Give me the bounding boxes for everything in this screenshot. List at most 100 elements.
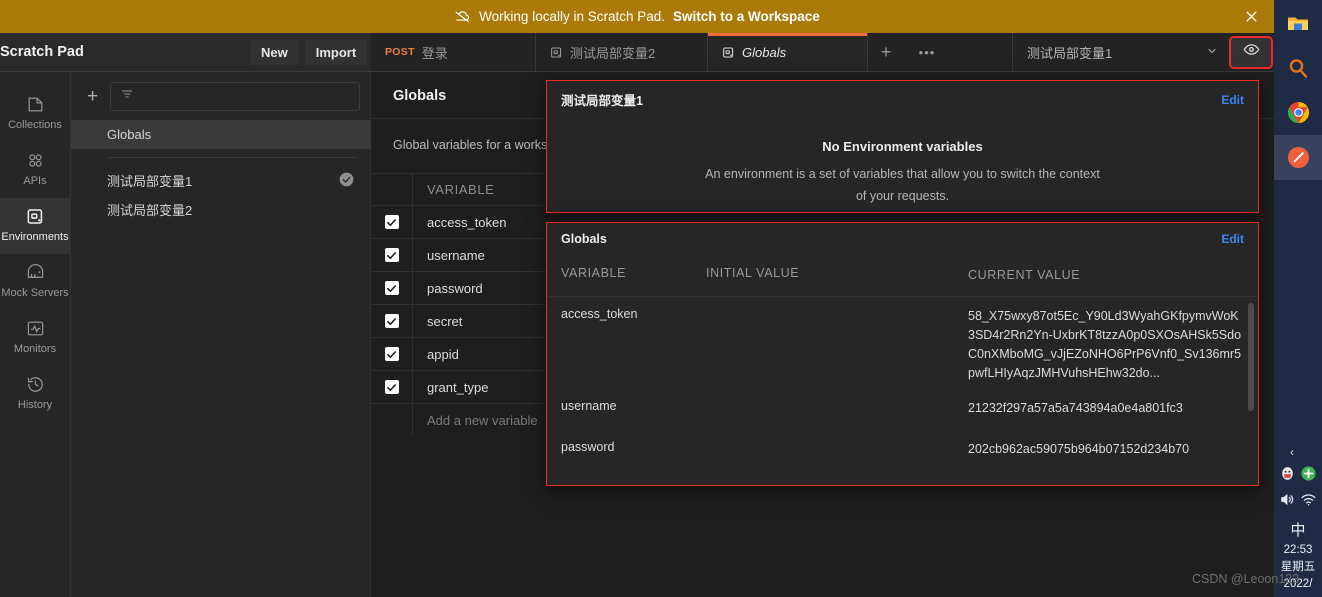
- row-checkbox-cell[interactable]: [371, 305, 413, 337]
- env-popup-edit-link[interactable]: Edit: [1221, 93, 1244, 107]
- environments-toolbar: +: [71, 72, 370, 120]
- environments-icon: [26, 207, 45, 226]
- tab-label: 测试局部变量2: [570, 45, 656, 61]
- globals-quicklook-popup: Globals Edit VARIABLE INITIAL VALUE CURR…: [546, 222, 1259, 486]
- file-explorer-icon[interactable]: [1274, 0, 1322, 45]
- variable-name: username: [427, 247, 485, 263]
- globals-popup-title: Globals: [561, 232, 607, 246]
- apis-icon: [26, 151, 45, 170]
- wifi-icon[interactable]: [1300, 491, 1317, 513]
- initial-value: [706, 307, 968, 383]
- checkbox-checked-icon[interactable]: [384, 248, 399, 262]
- check-circle-icon: [339, 172, 354, 190]
- no-environment-variables-subtitle: An environment is a set of variables tha…: [705, 167, 1100, 203]
- env-popup-title: 测试局部变量1: [561, 94, 643, 108]
- tab-method-label: POST: [385, 46, 415, 58]
- tab-environment-2[interactable]: 测试局部变量2: [536, 33, 708, 71]
- env-list-divider: [107, 157, 358, 158]
- sidebar-item-history[interactable]: History: [0, 366, 70, 422]
- column-header-current-value: CURRENT VALUE: [968, 268, 1081, 282]
- environment-quick-look-button[interactable]: [1229, 35, 1273, 69]
- sidebar-item-apis[interactable]: APIs: [0, 142, 70, 198]
- environments-filter-input[interactable]: [110, 81, 360, 111]
- row-checkbox-cell[interactable]: [371, 371, 413, 403]
- current-value: 202cb962ac59075b964b07152d234b70: [968, 442, 1190, 456]
- env-list-item-globals[interactable]: Globals: [71, 120, 370, 149]
- row-checkbox-cell[interactable]: [371, 239, 413, 271]
- env-list-item-1[interactable]: 测试局部变量1: [71, 166, 370, 195]
- checkbox-checked-icon[interactable]: [384, 314, 399, 328]
- row-checkbox-cell[interactable]: [371, 338, 413, 370]
- initial-value: [706, 440, 968, 459]
- env-list-item-2[interactable]: 测试局部变量2: [71, 195, 370, 224]
- tray-expand-chevron-icon[interactable]: ‹: [1274, 441, 1322, 463]
- ime-language-indicator[interactable]: 中: [1274, 515, 1322, 542]
- sidebar-rail: Collections APIs Environments Mock Serve…: [0, 72, 71, 597]
- checkbox-checked-icon[interactable]: [384, 215, 399, 229]
- eye-button-wrap: [1228, 33, 1274, 71]
- env-list-item-label: Globals: [107, 127, 152, 142]
- environments-panel: + Globals 测试局部变量1 测试局部变量2: [71, 72, 371, 597]
- checkbox-checked-icon[interactable]: [384, 380, 399, 394]
- header-buttons: New Import: [250, 39, 377, 65]
- history-icon: [26, 375, 45, 394]
- globals-popup-edit-link[interactable]: Edit: [1221, 232, 1244, 246]
- app-root: Working locally in Scratch Pad. Switch t…: [0, 0, 1322, 597]
- row-checkbox-cell[interactable]: [371, 206, 413, 238]
- tray-system-icons: [1274, 489, 1322, 515]
- env-popup-header: 测试局部变量1 Edit: [547, 81, 1258, 117]
- checkbox-checked-icon[interactable]: [384, 347, 399, 361]
- initial-value: [706, 399, 968, 418]
- variable-name: access_token: [427, 214, 507, 230]
- sidebar-item-monitors[interactable]: Monitors: [0, 310, 70, 366]
- header-checkbox-cell: [371, 174, 413, 205]
- plus-icon[interactable]: +: [868, 33, 905, 71]
- close-icon[interactable]: [1240, 6, 1262, 28]
- sidebar-item-label: Mock Servers: [1, 287, 69, 299]
- environment-selector[interactable]: 测试局部变量1: [1013, 33, 1228, 71]
- row-checkbox-cell[interactable]: [371, 272, 413, 304]
- tab-globals[interactable]: Globals: [708, 33, 868, 71]
- sidebar-item-mock-servers[interactable]: Mock Servers: [0, 254, 70, 310]
- search-icon[interactable]: [1274, 45, 1322, 90]
- windows-taskbar: ‹ 中 22:53 星期五 2022/: [1274, 0, 1322, 597]
- sidebar-item-collections[interactable]: Collections: [0, 86, 70, 142]
- variable-name: access_token: [561, 307, 638, 321]
- taskbar-clock[interactable]: 22:53 星期五 2022/: [1274, 542, 1322, 597]
- sidebar-item-label: APIs: [23, 175, 47, 187]
- tab-strip-spacer: [950, 33, 1013, 71]
- new-button[interactable]: New: [250, 39, 299, 65]
- variable-name: username: [561, 399, 617, 413]
- variable-name: secret: [427, 313, 463, 329]
- security-shield-icon[interactable]: [1300, 465, 1317, 487]
- postman-icon[interactable]: [1274, 135, 1322, 180]
- eye-icon: [1243, 41, 1260, 63]
- add-variable-placeholder[interactable]: Add a new variable: [413, 413, 538, 428]
- tab-label: 登录: [421, 45, 448, 61]
- globals-popup-scrollbar[interactable]: [1248, 303, 1254, 411]
- qq-icon[interactable]: [1279, 465, 1296, 487]
- chrome-icon[interactable]: [1274, 90, 1322, 135]
- banner-text: Working locally in Scratch Pad.: [479, 9, 666, 24]
- volume-icon[interactable]: [1279, 491, 1296, 513]
- no-environment-variables-title: No Environment variables: [822, 139, 983, 154]
- mock-servers-icon: [26, 263, 45, 282]
- sidebar-item-environments[interactable]: Environments: [0, 198, 70, 254]
- checkbox-checked-icon[interactable]: [384, 281, 399, 295]
- tab-post-login[interactable]: POST 登录: [371, 33, 536, 71]
- clock-time: 22:53: [1283, 544, 1313, 556]
- env-list-item-label: 测试局部变量1: [107, 174, 193, 189]
- add-row-checkbox-cell: [371, 404, 413, 436]
- switch-to-workspace-link[interactable]: Switch to a Workspace: [673, 9, 820, 24]
- import-button[interactable]: Import: [304, 39, 368, 65]
- column-header-variable: VARIABLE: [427, 182, 495, 197]
- env-list-item-label: 测试局部变量2: [107, 203, 193, 218]
- tab-label: Globals: [742, 44, 787, 60]
- column-header-initial-value: INITIAL VALUE: [706, 266, 800, 280]
- variable-name: appid: [427, 346, 459, 362]
- environment-quicklook-popup: 测试局部变量1 Edit No Environment variables An…: [546, 80, 1259, 213]
- add-environment-icon[interactable]: +: [83, 87, 102, 106]
- ellipsis-icon[interactable]: •••: [905, 33, 950, 71]
- banner-content: Working locally in Scratch Pad. Switch t…: [454, 8, 820, 25]
- cloud-off-icon: [454, 8, 471, 25]
